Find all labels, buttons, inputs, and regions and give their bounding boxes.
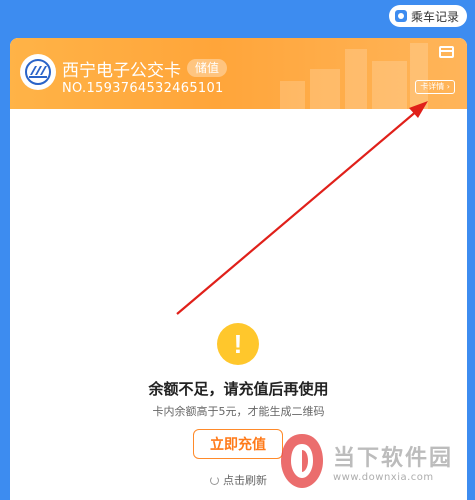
annotation-arrow bbox=[176, 101, 428, 315]
